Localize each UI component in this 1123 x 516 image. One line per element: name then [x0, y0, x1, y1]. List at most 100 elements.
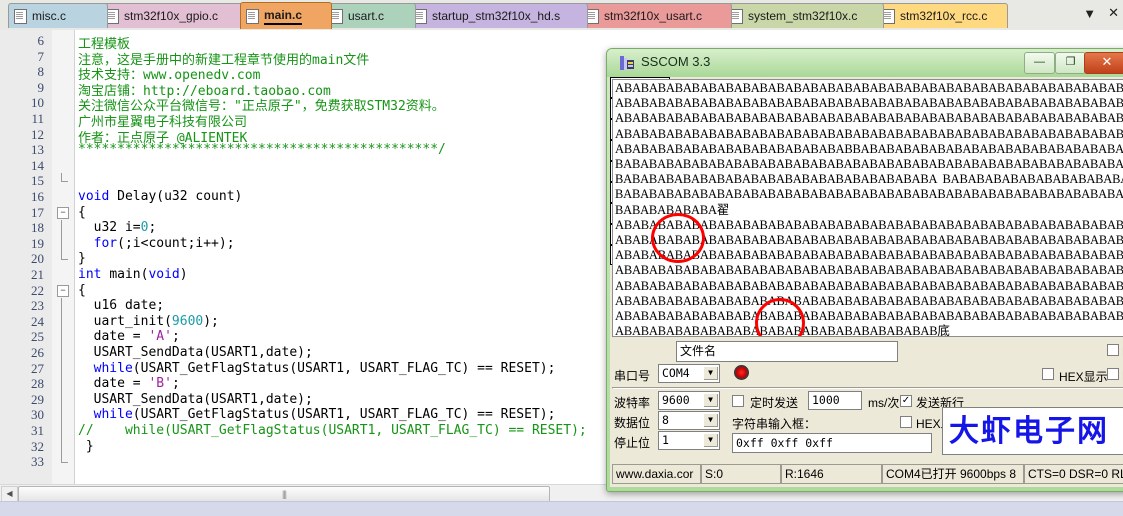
code-line[interactable]: while(USART_GetFlagStatus(USART1, USART_… — [78, 407, 556, 423]
timed-send-interval-input[interactable]: 1000 — [808, 391, 862, 410]
editor-tab-label: stm32f10x_usart.c — [604, 9, 703, 23]
settings-group-separator — [612, 387, 1123, 389]
sscom-title-bar[interactable]: SSCOM 3.3 — ❐ ✕ — [607, 49, 1123, 77]
code-line[interactable]: } — [78, 439, 94, 454]
port-label: 串口号 — [614, 369, 651, 383]
code-line[interactable]: int main(void) — [78, 267, 188, 282]
chevron-down-icon[interactable]: ▼ — [703, 366, 718, 380]
code-line[interactable]: date = 'B'; — [78, 376, 180, 391]
editor-tab-usart-c[interactable]: usart.c — [324, 3, 416, 28]
stopbits-label: 停止位 — [614, 436, 651, 450]
editor-tab-label: stm32f10x_rcc.c — [900, 9, 988, 23]
editor-tab-label: system_stm32f10x.c — [748, 9, 858, 23]
send-newline-checkbox[interactable]: ✓ — [900, 395, 912, 407]
editor-tab-bar: misc.c stm32f10x_gpio.c main.c usart.c start… — [0, 0, 1123, 32]
fold-guide-line — [61, 376, 62, 392]
editor-tab-main-c[interactable]: main.c — [240, 2, 332, 29]
tab-close-icon[interactable]: ✕ — [1108, 5, 1119, 21]
editor-tab-stm32f10x-gpio-c[interactable]: stm32f10x_gpio.c — [100, 3, 250, 28]
databits-select[interactable]: 8 ▼ — [658, 411, 720, 430]
code-token: ) — [179, 267, 188, 282]
filename-input[interactable]: 文件名 — [676, 341, 898, 362]
baud-select[interactable]: 9600 ▼ — [658, 391, 720, 410]
code-token: u16 date; — [78, 298, 165, 314]
red-circle-1 — [651, 213, 705, 263]
tab-list-dropdown-icon[interactable]: ▼ — [1083, 6, 1096, 21]
code-line[interactable]: } — [78, 251, 86, 266]
code-line[interactable]: u16 date; — [78, 298, 164, 313]
code-line[interactable]: { — [78, 205, 86, 220]
maximize-button[interactable]: ❐ — [1055, 52, 1086, 74]
string-input-label: 字符串输入框： — [732, 417, 817, 431]
stopbits-select[interactable]: 1 ▼ — [658, 431, 720, 450]
line-number: 18 — [31, 220, 44, 236]
editor-tab-stm32f10x-usart-c[interactable]: stm32f10x_usart.c — [580, 3, 732, 28]
code-line[interactable]: ****************************************… — [78, 142, 446, 157]
code-line[interactable]: while(USART_GetFlagStatus(USART1, USART_… — [78, 361, 556, 376]
fold-guide-line — [61, 454, 62, 462]
minimize-button[interactable]: — — [1024, 52, 1055, 74]
chevron-down-icon[interactable]: ▼ — [703, 393, 718, 407]
terminal-output-area[interactable]: ABABABABABABABABABABABABABABABABABABABAB… — [612, 79, 1123, 337]
editor-tab-stm32f10x-rcc-c[interactable]: stm32f10x_rcc.c — [876, 3, 1008, 28]
hex-send-checkbox[interactable] — [900, 416, 912, 428]
code-token: while — [93, 407, 133, 423]
fold-guide-line — [61, 298, 62, 314]
baud-select-value: 9600 — [662, 393, 690, 407]
code-token: date = — [78, 376, 149, 392]
fold-guide-line — [61, 407, 62, 423]
fold-guide-line — [61, 438, 62, 455]
code-token: ); — [203, 313, 219, 329]
close-button[interactable]: ✕ — [1084, 52, 1123, 74]
line-number: 31 — [31, 423, 44, 438]
right-checkbox-2[interactable] — [1107, 368, 1119, 380]
code-line[interactable]: void Delay(u32 count) — [78, 189, 242, 204]
editor-tab-startup-stm32f10x-hd-s[interactable]: startup_stm32f10x_hd.s — [408, 3, 588, 28]
fold-guide-end — [61, 181, 68, 183]
code-line[interactable]: { — [78, 283, 86, 298]
fold-collapse-icon[interactable]: − — [57, 206, 69, 219]
baud-label: 波特率 — [614, 396, 651, 410]
tab-nav-controls: ▼ ✕ — [1083, 5, 1119, 21]
code-token: u32 i= — [78, 220, 141, 236]
code-line[interactable]: u32 i=0; — [78, 220, 157, 236]
hex-display-label: HEX显示 — [1059, 370, 1108, 384]
line-number: 29 — [31, 391, 44, 407]
line-number: 22 — [31, 282, 44, 298]
line-number: 8 — [37, 64, 45, 80]
hex-display-checkbox[interactable] — [1042, 368, 1054, 380]
line-number: 15 — [31, 173, 44, 189]
line-number: 16 — [31, 189, 44, 204]
sscom-status-bar: www.daxia.cor S:0 R:1646 COM4已打开 9600bps… — [612, 464, 1123, 484]
line-number: 21 — [31, 267, 44, 282]
code-line[interactable]: date = 'A'; — [78, 329, 180, 344]
editor-tab-system-stm32f10x-c[interactable]: system_stm32f10x.c — [724, 3, 884, 28]
line-number: 9 — [37, 79, 45, 95]
line-number: 11 — [31, 111, 44, 126]
code-line[interactable]: // while(USART_GetFlagStatus(USART1, USA… — [78, 423, 587, 438]
code-line[interactable]: uart_init(9600); — [78, 314, 219, 329]
editor-tab-label: misc.c — [32, 9, 66, 23]
editor-tab-misc-c[interactable]: misc.c — [8, 3, 108, 28]
code-line[interactable]: for(;i<count;i++); — [78, 236, 235, 251]
fold-guide-line — [61, 251, 62, 260]
chevron-down-icon[interactable]: ▼ — [703, 433, 718, 447]
fold-guide-line — [61, 391, 62, 408]
code-token: ; — [171, 329, 180, 345]
chevron-down-icon[interactable]: ▼ — [703, 413, 718, 427]
code-line[interactable]: USART_SendData(USART1,date); — [78, 345, 313, 360]
right-checkbox-1[interactable] — [1107, 344, 1119, 356]
code-line[interactable]: USART_SendData(USART1,date); — [78, 392, 313, 407]
port-select[interactable]: COM4 ▼ — [658, 364, 720, 383]
string-input-field[interactable]: 0xff 0xff 0xff — [732, 433, 932, 453]
sscom-window[interactable]: SSCOM 3.3 — ❐ ✕ ABABABABABABABABABABABAB… — [606, 48, 1123, 492]
banner-ad-box: 大虾电子网 — [942, 407, 1123, 455]
line-number: 30 — [31, 407, 44, 423]
code-token: int — [78, 267, 110, 282]
banner-text: 大虾电子网 — [949, 414, 1109, 449]
timed-send-checkbox[interactable] — [732, 395, 744, 407]
fold-collapse-icon[interactable]: − — [57, 284, 69, 297]
line-number: 23 — [31, 298, 44, 314]
code-token: void — [78, 189, 118, 204]
